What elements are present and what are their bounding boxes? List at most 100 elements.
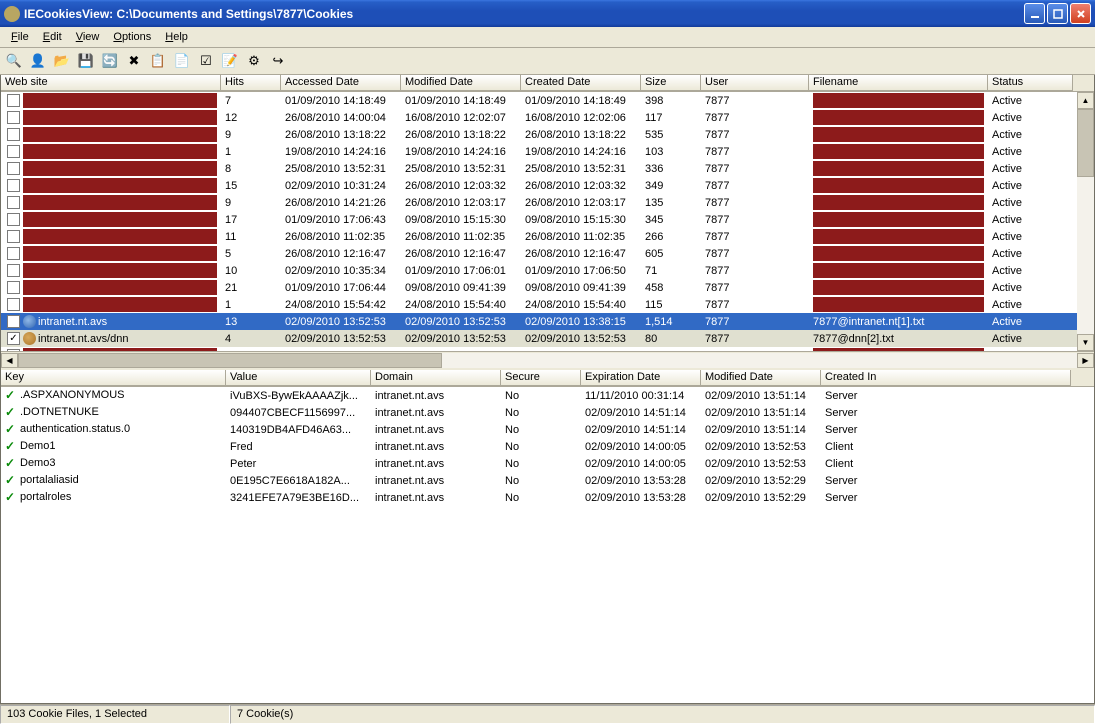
col-header[interactable]: Hits [221, 75, 281, 91]
col-header[interactable]: Created Date [521, 75, 641, 91]
row-checkbox[interactable] [7, 128, 20, 141]
options-icon[interactable]: ⚙ [244, 51, 264, 71]
row-checkbox[interactable] [7, 332, 20, 345]
col-header[interactable]: Status [988, 75, 1073, 91]
scroll-up-button[interactable]: ▲ [1077, 92, 1094, 109]
row-checkbox[interactable] [7, 298, 20, 311]
cell: 24/08/2010 15:54:40 [521, 299, 641, 311]
open-icon[interactable]: 📂 [52, 51, 72, 71]
table-row[interactable]: 825/08/2010 13:52:3125/08/2010 13:52:312… [1, 160, 1094, 177]
exit-icon[interactable]: ↪ [268, 51, 288, 71]
table-row[interactable]: .DOTNETNUKE094407CBECF1156997...intranet… [1, 404, 1094, 421]
col-header[interactable]: Modified Date [401, 75, 521, 91]
col-header[interactable]: Size [641, 75, 701, 91]
menu-help[interactable]: Help [158, 29, 195, 45]
table-row[interactable]: 916/08/2010 12:02:1316/08/2010 12:02:131… [1, 347, 1094, 351]
cell: 02/09/2010 10:35:34 [281, 265, 401, 277]
row-checkbox[interactable] [7, 281, 20, 294]
table-row[interactable]: 1002/09/2010 10:35:3401/09/2010 17:06:01… [1, 262, 1094, 279]
cookies-grid-body[interactable]: 701/09/2010 14:18:4901/09/2010 14:18:490… [1, 92, 1094, 351]
vertical-scrollbar[interactable]: ▲ ▼ [1077, 92, 1094, 351]
cell: intranet.nt.avs [371, 390, 501, 402]
col-header[interactable]: Accessed Date [281, 75, 401, 91]
table-row[interactable]: intranet.nt.avs/dnn402/09/2010 13:52:530… [1, 330, 1094, 347]
row-checkbox[interactable] [7, 264, 20, 277]
col-header[interactable]: Filename [809, 75, 988, 91]
cell: 117 [641, 112, 701, 124]
menu-view[interactable]: View [69, 29, 107, 45]
paste-icon[interactable]: 📄 [172, 51, 192, 71]
maximize-button[interactable] [1047, 3, 1068, 24]
horizontal-scrollbar[interactable]: ◀ ▶ [1, 351, 1094, 368]
cell: No [501, 390, 581, 402]
table-row[interactable]: 926/08/2010 14:21:2626/08/2010 12:03:172… [1, 194, 1094, 211]
row-checkbox[interactable] [7, 247, 20, 260]
row-checkbox[interactable] [7, 145, 20, 158]
row-checkbox[interactable] [7, 162, 20, 175]
table-row[interactable]: 1701/09/2010 17:06:4309/08/2010 15:15:30… [1, 211, 1094, 228]
table-row[interactable]: portalroles3241EFE7A79E3BE16D...intranet… [1, 489, 1094, 506]
cell: 7877 [701, 112, 809, 124]
table-row[interactable]: portalaliasid0E195C7E6618A182A...intrane… [1, 472, 1094, 489]
person-icon[interactable]: 👤 [28, 51, 48, 71]
scroll-down-button[interactable]: ▼ [1077, 334, 1094, 351]
table-row[interactable]: 2101/09/2010 17:06:4409/08/2010 09:41:39… [1, 279, 1094, 296]
find-icon[interactable]: 🔍 [4, 51, 24, 71]
menu-edit[interactable]: Edit [36, 29, 69, 45]
table-row[interactable]: 1502/09/2010 10:31:2426/08/2010 12:03:32… [1, 177, 1094, 194]
col-header[interactable]: Key [1, 370, 226, 386]
row-checkbox[interactable] [7, 196, 20, 209]
row-checkbox[interactable] [7, 213, 20, 226]
table-row[interactable]: 926/08/2010 13:18:2226/08/2010 13:18:222… [1, 126, 1094, 143]
col-header[interactable]: Web site [1, 75, 221, 91]
refresh-icon[interactable]: 🔄 [100, 51, 120, 71]
table-row[interactable]: authentication.status.0140319DB4AFD46A63… [1, 421, 1094, 438]
table-row[interactable]: Demo3Peterintranet.nt.avsNo02/09/2010 14… [1, 455, 1094, 472]
table-row[interactable]: Demo1Fredintranet.nt.avsNo02/09/2010 14:… [1, 438, 1094, 455]
table-row[interactable]: 124/08/2010 15:54:4224/08/2010 15:54:402… [1, 296, 1094, 313]
table-row[interactable]: 701/09/2010 14:18:4901/09/2010 14:18:490… [1, 92, 1094, 109]
properties-icon[interactable]: 📝 [220, 51, 240, 71]
table-row[interactable]: 119/08/2010 14:24:1619/08/2010 14:24:161… [1, 143, 1094, 160]
hscroll-thumb[interactable] [18, 353, 442, 368]
scroll-track[interactable] [1077, 109, 1094, 334]
col-header[interactable]: Expiration Date [581, 370, 701, 386]
check-icon[interactable]: ☑ [196, 51, 216, 71]
col-header[interactable]: User [701, 75, 809, 91]
table-row[interactable]: .ASPXANONYMOUSiVuBXS-BywEkAAAAZjk...intr… [1, 387, 1094, 404]
row-checkbox[interactable] [7, 349, 20, 351]
row-checkbox[interactable] [7, 315, 20, 328]
cell: 12 [221, 112, 281, 124]
save-icon[interactable]: 💾 [76, 51, 96, 71]
table-row[interactable]: intranet.nt.avs1302/09/2010 13:52:5302/0… [1, 313, 1094, 330]
close-button[interactable] [1070, 3, 1091, 24]
table-row[interactable]: 1226/08/2010 14:00:0416/08/2010 12:02:07… [1, 109, 1094, 126]
table-row[interactable]: 1126/08/2010 11:02:3526/08/2010 11:02:35… [1, 228, 1094, 245]
status-cell: Active [988, 350, 1073, 352]
toolbar: 🔍 👤 📂 💾 🔄 ✖ 📋 📄 ☑ 📝 ⚙ ↪ [0, 48, 1095, 75]
scroll-left-button[interactable]: ◀ [1, 353, 18, 368]
key-label: .DOTNETNUKE [20, 406, 99, 418]
table-row[interactable]: 526/08/2010 12:16:4726/08/2010 12:16:472… [1, 245, 1094, 262]
cell: 01/09/2010 14:18:49 [401, 95, 521, 107]
minimize-button[interactable] [1024, 3, 1045, 24]
col-header[interactable]: Secure [501, 370, 581, 386]
row-checkbox[interactable] [7, 230, 20, 243]
hscroll-track[interactable] [18, 353, 1077, 368]
row-checkbox[interactable] [7, 111, 20, 124]
delete-icon[interactable]: ✖ [124, 51, 144, 71]
col-header[interactable]: Modified Date [701, 370, 821, 386]
menu-file[interactable]: File [4, 29, 36, 45]
scroll-right-button[interactable]: ▶ [1077, 353, 1094, 368]
col-header[interactable]: Created In [821, 370, 1071, 386]
details-grid-body[interactable]: .ASPXANONYMOUSiVuBXS-BywEkAAAAZjk...intr… [1, 387, 1094, 703]
content-area: Web siteHitsAccessed DateModified DateCr… [0, 75, 1095, 704]
scroll-thumb[interactable] [1077, 109, 1094, 177]
menu-options[interactable]: Options [106, 29, 158, 45]
col-header[interactable]: Domain [371, 370, 501, 386]
row-checkbox[interactable] [7, 94, 20, 107]
row-checkbox[interactable] [7, 179, 20, 192]
col-header[interactable]: Value [226, 370, 371, 386]
cell: 02/09/2010 14:00:05 [581, 441, 701, 453]
copy-icon[interactable]: 📋 [148, 51, 168, 71]
